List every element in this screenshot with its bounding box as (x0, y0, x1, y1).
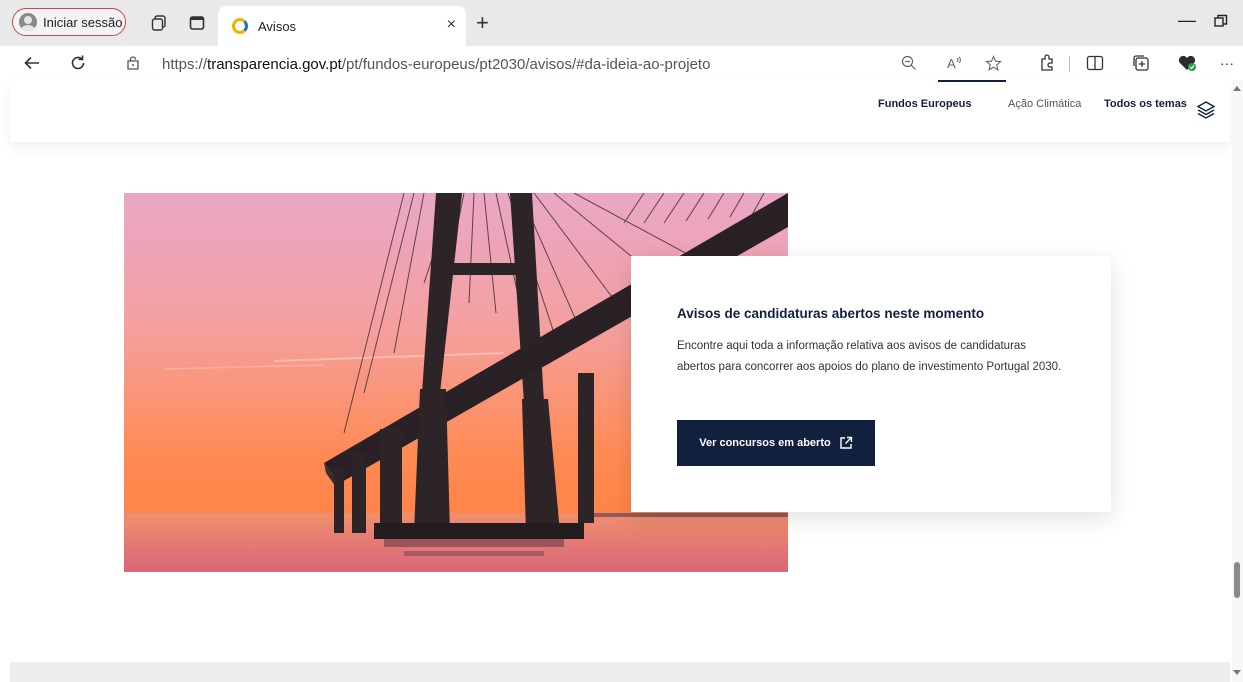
profile-label: Iniciar sessão (43, 14, 123, 30)
more-options-icon[interactable]: ··· (1216, 52, 1238, 74)
external-link-icon (840, 436, 852, 449)
profile-button[interactable]: Iniciar sessão (12, 8, 126, 36)
page-scrollbar[interactable] (1232, 80, 1243, 682)
site-favicon-icon (232, 18, 248, 34)
url-host: transparencia.gov.pt (207, 55, 342, 73)
scroll-thumb[interactable] (1234, 562, 1240, 598)
workspaces-icon[interactable] (148, 12, 170, 34)
collections-icon[interactable] (1130, 52, 1152, 74)
back-icon[interactable] (20, 51, 44, 75)
tab-actions-icon[interactable] (186, 12, 208, 34)
page-footer-band (10, 662, 1230, 682)
svg-text:A: A (947, 56, 956, 71)
nav-acao-climatica[interactable]: Ação Climática (1008, 98, 1081, 110)
ver-concursos-button[interactable]: Ver concursos em aberto (677, 420, 875, 466)
scroll-up-arrow-icon[interactable] (1233, 86, 1241, 91)
nav-fundos-europeus[interactable]: Fundos Europeus (878, 98, 972, 110)
read-aloud-icon[interactable]: A (944, 52, 966, 74)
minimize-button[interactable]: — (1178, 10, 1196, 31)
split-screen-icon[interactable] (1084, 52, 1106, 74)
browser-essentials-icon[interactable] (1176, 52, 1198, 74)
restore-window-icon[interactable] (1214, 14, 1228, 28)
nav-todos-os-temas[interactable]: Todos os temas (1104, 98, 1187, 110)
tab-close-icon[interactable]: × (447, 16, 456, 34)
card-title: Avisos de candidaturas abertos neste mom… (677, 306, 985, 321)
button-label: Ver concursos em aberto (699, 437, 831, 449)
layers-icon[interactable] (1196, 100, 1216, 120)
card-description: Encontre aqui toda a informação relativa… (677, 340, 1062, 373)
page-info-icon[interactable] (120, 55, 146, 73)
extensions-icon[interactable] (1036, 52, 1058, 74)
toolbar-divider (1069, 56, 1070, 72)
browser-tab-bar: Iniciar sessão Avisos × + — (0, 0, 1243, 46)
url-field[interactable]: https://transparencia.gov.pt/pt/fundos-e… (112, 50, 1002, 78)
refresh-icon[interactable] (66, 51, 90, 75)
url-path: /pt/fundos-europeus/pt2030/avisos/#da-id… (341, 55, 711, 73)
favorite-star-icon[interactable] (982, 52, 1004, 74)
zoom-out-icon[interactable] (898, 52, 920, 74)
page-content: Fundos Europeus Ação Climática Todos os … (0, 80, 1230, 682)
url-text: https://transparencia.gov.pt/pt/fundos-e… (162, 56, 710, 73)
avatar-icon (19, 13, 37, 31)
active-nav-indicator (938, 80, 1006, 82)
tab-title: Avisos (258, 18, 297, 34)
site-header: Fundos Europeus Ação Climática Todos os … (10, 80, 1230, 142)
tab-avisos[interactable]: Avisos × (218, 6, 466, 46)
url-prefix: https:// (162, 55, 208, 73)
info-card: Avisos de candidaturas abertos neste mom… (631, 256, 1111, 512)
scroll-down-arrow-icon[interactable] (1233, 670, 1241, 675)
new-tab-button[interactable]: + (476, 10, 489, 36)
address-bar: https://transparencia.gov.pt/pt/fundos-e… (0, 46, 1243, 80)
